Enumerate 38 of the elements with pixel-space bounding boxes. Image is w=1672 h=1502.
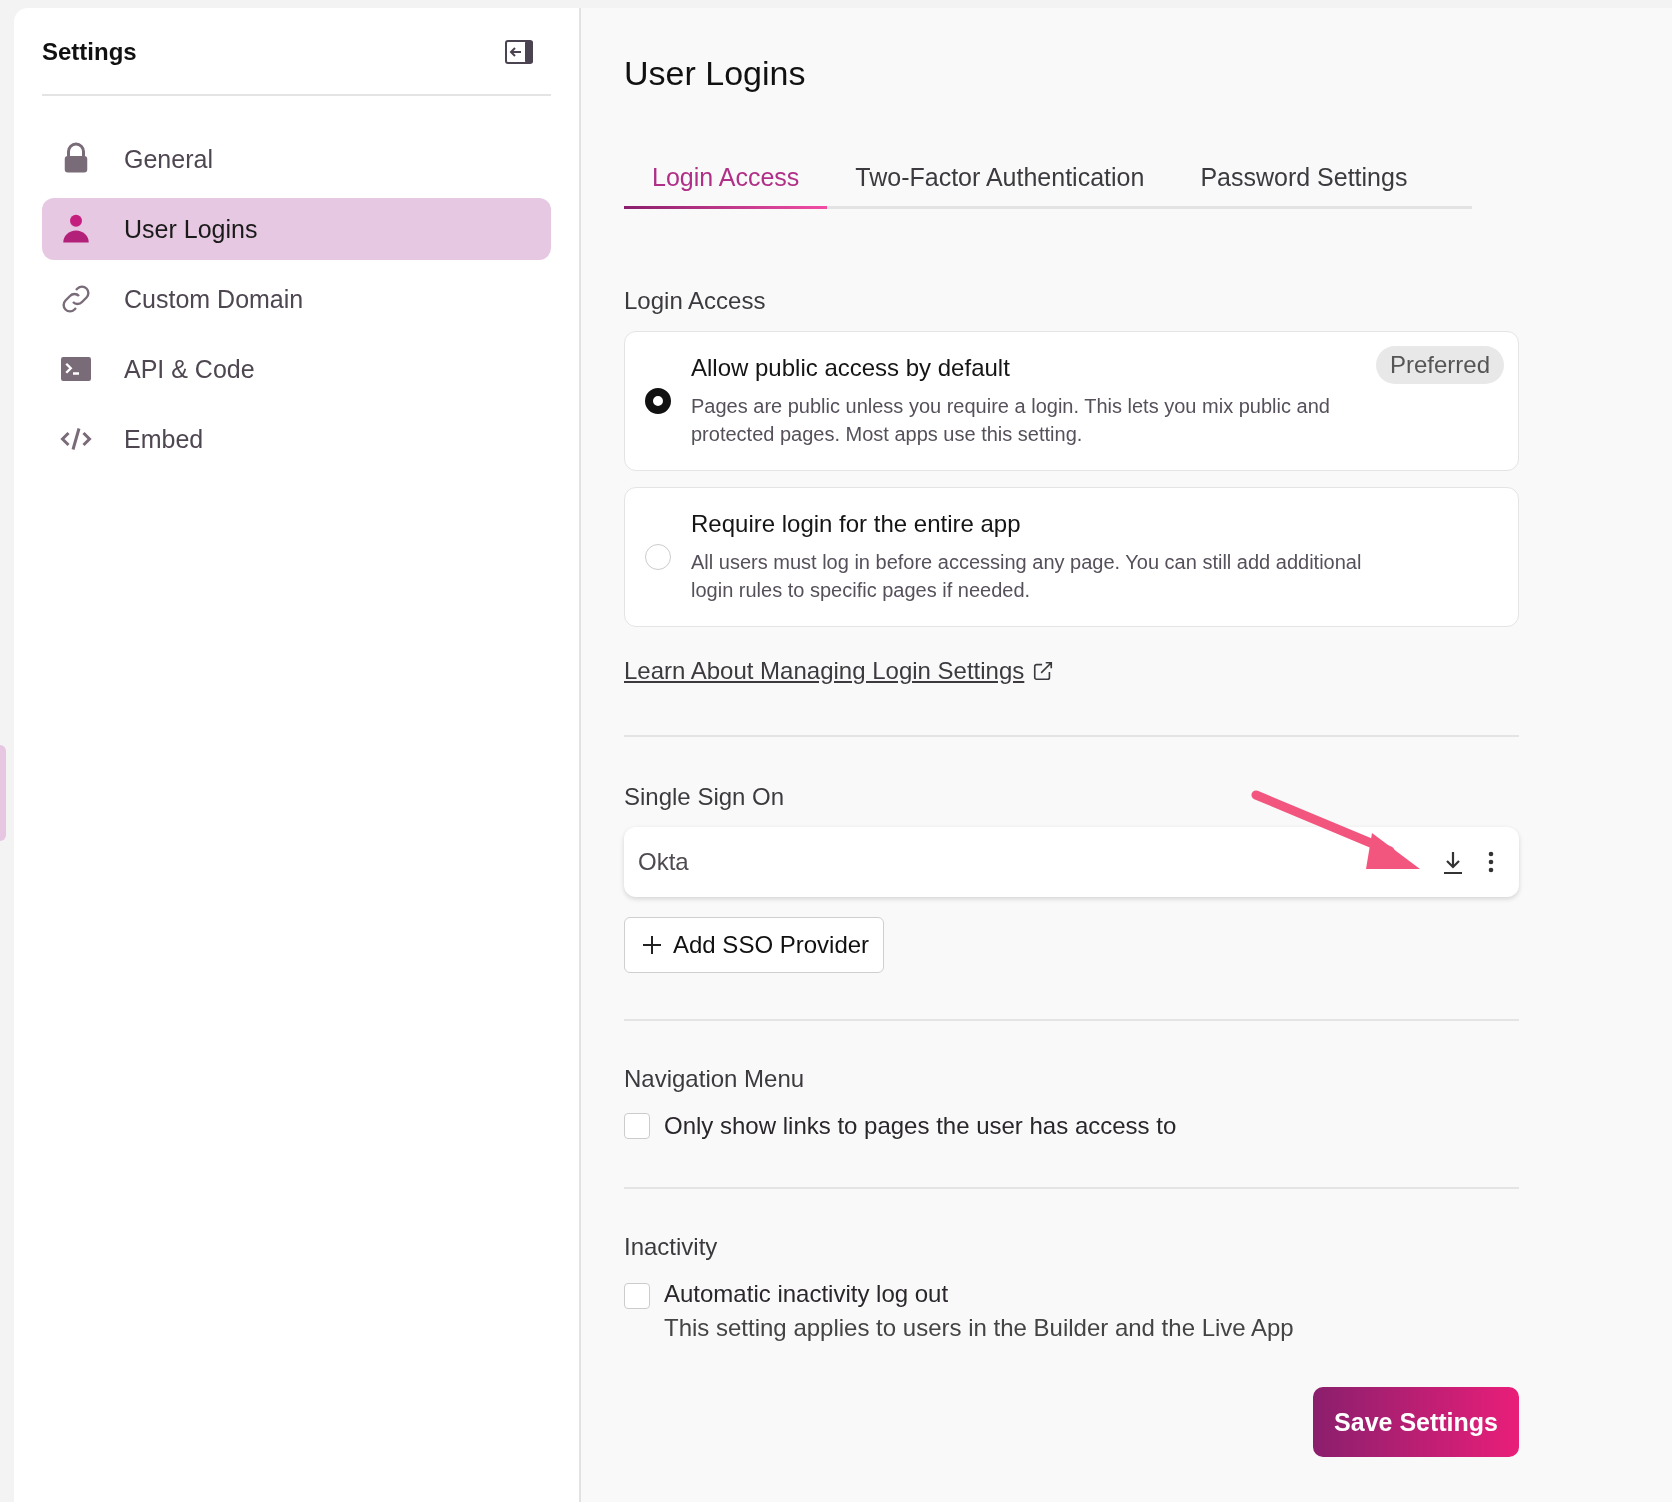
checkbox[interactable] [624,1113,650,1139]
preferred-badge: Preferred [1375,346,1504,384]
sidebar-item[interactable]: API & Code [42,338,551,400]
option-title: Allow public access by default [691,354,1010,382]
radio-button[interactable] [645,388,671,414]
tab[interactable]: Two-Factor Authentication [827,153,1173,209]
save-settings-button[interactable]: Save Settings [1313,1387,1519,1457]
section-heading: Login Access [624,287,767,315]
external-link-icon [1032,660,1055,682]
option-description: All users must log in before accessing any page. You can still add additional login rules to specific pages if needed. [691,550,1363,603]
sidebar-item-label: User Logins [124,214,258,244]
sidebar-item[interactable]: Custom Domain [42,268,551,330]
checkbox-label: Automatic inactivity log out [664,1279,950,1309]
sidebar-item-label: General [124,144,213,174]
sidebar-item-label: API & Code [124,354,255,384]
option-description: Pages are public unless you require a login. This lets you mix public and protected pages. Most apps use this setting. [691,394,1331,447]
help-link[interactable]: Learn About Managing Login Settings [624,657,1055,685]
section-heading: Single Sign On [624,783,786,811]
add-sso-provider-button[interactable]: Add SSO Provider [624,917,885,973]
tab[interactable]: Login Access [624,153,828,209]
checkbox[interactable] [624,1283,650,1309]
sidebar-item[interactable]: General [42,128,551,190]
provider-name: Okta [638,848,690,876]
sidebar-item-label: Embed [124,424,204,454]
sidebar-item-label: Custom Domain [124,284,304,314]
plus-icon [641,934,663,956]
sidebar-item[interactable]: User Logins [42,198,551,260]
sidebar-item[interactable]: Embed [42,408,551,470]
page-title: User Logins [624,54,807,93]
section-heading: Navigation Menu [624,1065,806,1093]
sidebar-title: Settings [42,38,137,66]
section-heading: Inactivity [624,1233,719,1261]
checkbox-hint: This setting applies to users in the Builder and the Live App [664,1313,1294,1343]
checkbox-label: Only show links to pages the user has access to [664,1111,1177,1141]
radio-option-card[interactable]: Require login for the entire app All users must log in before accessing any page. You can still add additional login rules to specific pages if needed. [624,487,1519,627]
radio-option-card[interactable]: Allow public access by default Pages are public unless you require a login. This lets you mix public and protected pages. Most apps use this setting. Preferred [624,331,1519,471]
tab[interactable]: Password Settings [1172,153,1436,209]
option-title: Require login for the entire app [691,510,1021,538]
